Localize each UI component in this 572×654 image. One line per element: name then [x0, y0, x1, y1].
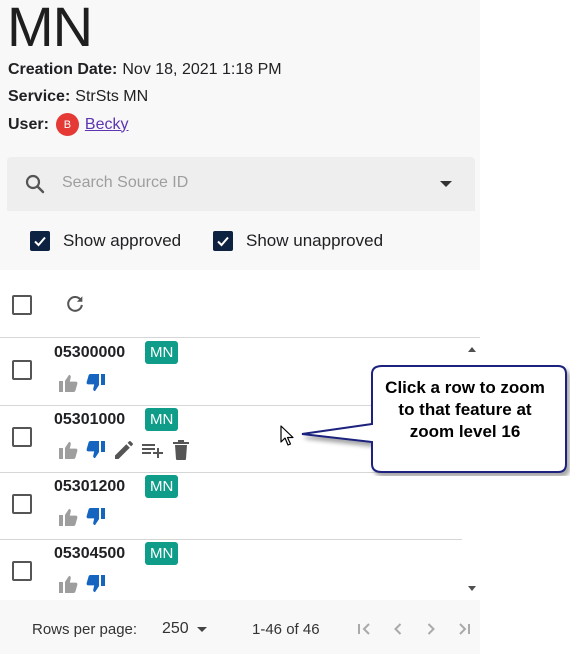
avatar: B	[55, 113, 79, 136]
service-row: Service: StrSts MN	[8, 88, 148, 106]
source-id: 05304500	[54, 545, 126, 562]
select-all-checkbox[interactable]	[12, 295, 32, 315]
service-value: StrSts MN	[75, 88, 149, 105]
state-badge: MN	[145, 475, 179, 498]
search-source-select[interactable]: Search Source ID	[7, 157, 475, 211]
page-title: MN	[7, 0, 93, 58]
row-actions	[56, 438, 196, 462]
show-approved-label: Show approved	[63, 231, 182, 250]
row-checkbox[interactable]	[12, 427, 32, 447]
thumb-up-icon[interactable]	[56, 371, 80, 395]
feature-panel: MN Creation Date: Nov 18, 2021 1:18 PM S…	[0, 0, 480, 654]
thumb-up-icon[interactable]	[56, 505, 80, 529]
search-input[interactable]: Search Source ID	[62, 174, 188, 192]
last-page-icon[interactable]	[455, 619, 475, 639]
state-badge: MN	[145, 542, 179, 565]
show-unapproved-checkbox[interactable]	[213, 231, 233, 251]
show-unapproved-label: Show unapproved	[246, 231, 384, 250]
user-label: User:	[8, 115, 49, 133]
table-row[interactable]: 05301200 MN	[0, 473, 462, 540]
source-id: 05300000	[54, 344, 126, 361]
mouse-cursor-icon	[280, 425, 294, 446]
show-approved-filter[interactable]: Show approved	[30, 231, 181, 251]
creation-date-value: Nov 18, 2021 1:18 PM	[122, 61, 282, 78]
show-unapproved-filter[interactable]: Show unapproved	[213, 231, 383, 251]
row-actions	[56, 572, 112, 596]
row-actions	[56, 505, 112, 529]
scroll-down-arrow-icon[interactable]	[468, 586, 476, 591]
thumb-down-icon[interactable]	[84, 572, 108, 596]
callout-text: Click a row to zoom to that feature at z…	[385, 378, 545, 441]
search-icon	[25, 174, 45, 194]
state-badge: MN	[145, 408, 179, 431]
scroll-up-arrow-icon[interactable]	[468, 347, 476, 352]
first-page-icon[interactable]	[354, 619, 374, 639]
source-id: 05301000	[54, 411, 126, 428]
list-toolbar	[0, 270, 480, 338]
delete-trash-icon[interactable]	[170, 438, 192, 462]
row-checkbox[interactable]	[12, 494, 32, 514]
rows-per-page-label: Rows per page:	[32, 621, 138, 638]
state-badge: MN	[145, 341, 179, 364]
table-row[interactable]: 05304500 MN	[0, 540, 462, 601]
next-page-icon[interactable]	[421, 619, 441, 639]
previous-page-icon[interactable]	[388, 619, 408, 639]
source-id: 05301200	[54, 478, 126, 495]
thumb-down-icon[interactable]	[84, 505, 108, 529]
row-checkbox[interactable]	[12, 561, 32, 581]
dropdown-arrow-icon[interactable]	[440, 181, 452, 187]
thumb-up-icon[interactable]	[56, 438, 80, 462]
user-row: User: B Becky	[8, 113, 128, 136]
row-checkbox[interactable]	[12, 360, 32, 380]
service-label: Service:	[8, 88, 71, 105]
user-link[interactable]: Becky	[85, 116, 129, 134]
thumb-up-icon[interactable]	[56, 572, 80, 596]
pagination: Rows per page: 250 1-46 of 46	[0, 600, 480, 654]
playlist-add-icon[interactable]	[140, 438, 166, 462]
thumb-down-icon[interactable]	[84, 371, 108, 395]
edit-pencil-icon[interactable]	[112, 438, 136, 462]
page-range: 1-46 of 46	[252, 621, 320, 638]
thumb-down-icon[interactable]	[84, 438, 108, 462]
refresh-icon[interactable]	[64, 293, 86, 315]
rows-per-page-select[interactable]: 250	[162, 620, 189, 638]
row-actions	[56, 371, 112, 395]
checkmark-icon	[34, 236, 46, 247]
show-approved-checkbox[interactable]	[30, 231, 50, 251]
rows-per-page-dropdown-icon[interactable]	[197, 627, 207, 632]
creation-date-label: Creation Date:	[8, 61, 118, 78]
creation-date-row: Creation Date: Nov 18, 2021 1:18 PM	[8, 61, 282, 79]
checkmark-icon	[217, 236, 229, 247]
